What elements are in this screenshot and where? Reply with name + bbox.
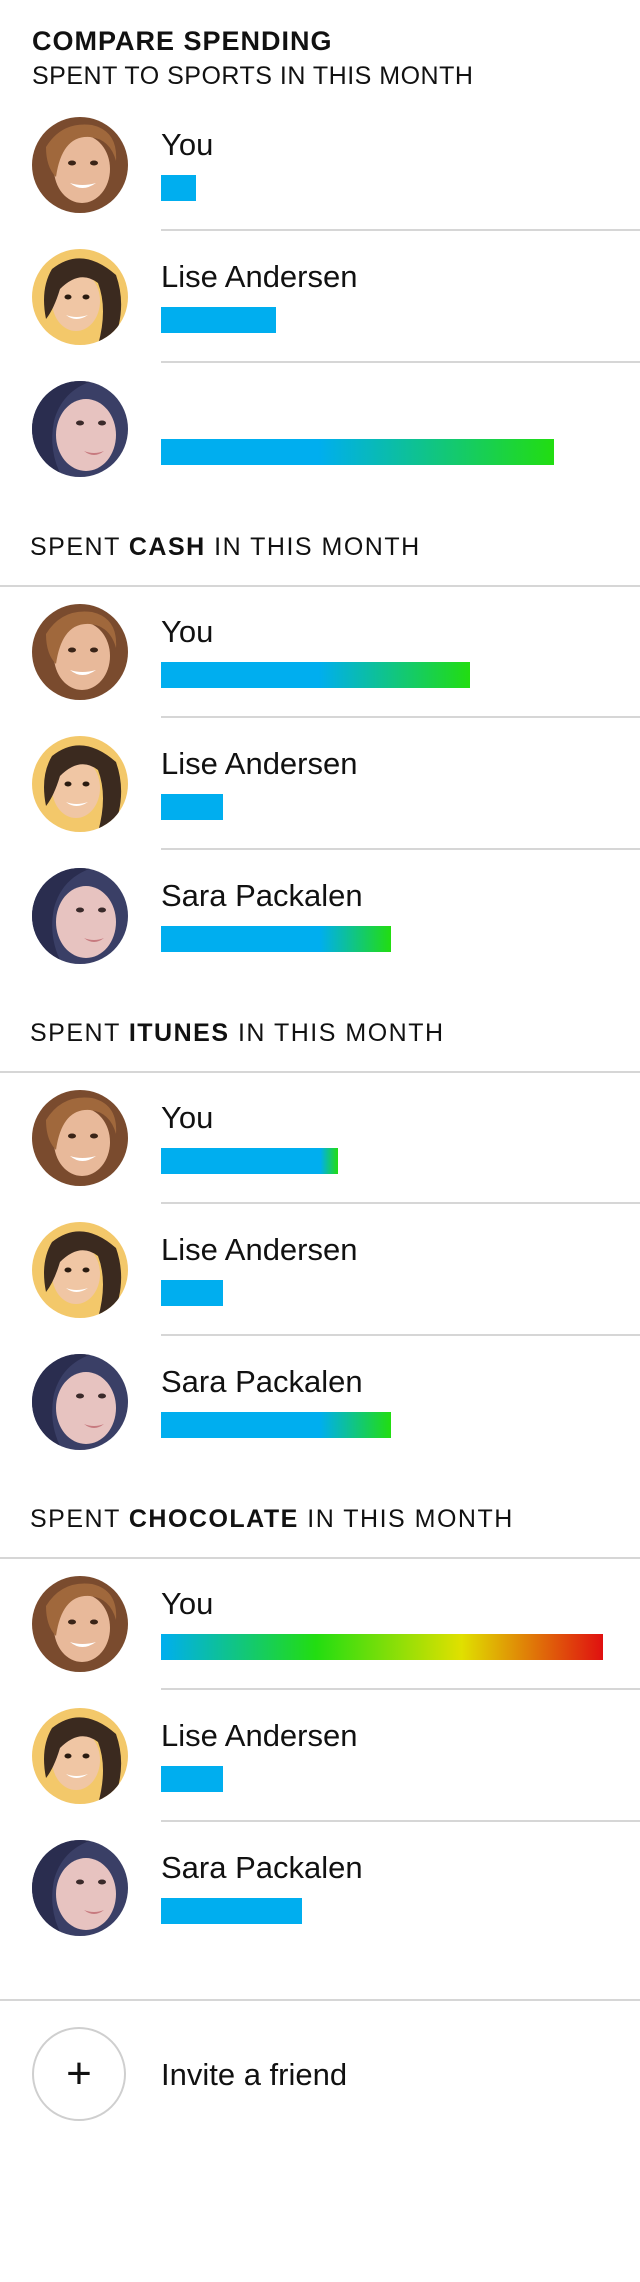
section-prefix: SPENT xyxy=(30,1019,129,1047)
person-name: Sara Packalen xyxy=(161,878,363,913)
page-header: COMPARE SPENDING SPENT TO SPORTS IN THIS… xyxy=(32,24,473,92)
avatar-you xyxy=(32,1090,128,1186)
plus-icon: + xyxy=(66,2049,92,2098)
person-name: Sara Packalen xyxy=(161,1850,363,1885)
section-suffix: IN THIS MONTH xyxy=(229,1019,445,1047)
spending-bar xyxy=(161,926,391,952)
list-item[interactable]: Sara Packalen xyxy=(0,1822,640,1954)
person-name: You xyxy=(161,1100,214,1135)
list-item[interactable]: Lise Andersen xyxy=(0,231,640,363)
spending-bar xyxy=(161,1898,302,1924)
spending-bar xyxy=(161,1280,223,1306)
section-prefix: SPENT xyxy=(30,533,129,561)
spending-bar xyxy=(161,1148,338,1174)
person-name: Sara Packalen xyxy=(161,1364,363,1399)
page-title: COMPARE SPENDING xyxy=(32,26,333,56)
spending-bar xyxy=(161,307,276,333)
list-item[interactable]: You xyxy=(0,99,640,231)
section-suffix: IN THIS MONTH xyxy=(205,533,421,561)
spending-bar xyxy=(161,1766,223,1792)
spending-bar xyxy=(161,1412,391,1438)
list-item[interactable]: You xyxy=(0,586,640,718)
page-subtitle: SPENT TO SPORTS IN THIS MONTH xyxy=(32,62,474,90)
section-header-cash: SPENT CASH IN THIS MONTH xyxy=(30,527,640,567)
list-item[interactable]: You xyxy=(0,1558,640,1690)
section-category: CASH xyxy=(128,533,206,561)
invite-button[interactable]: + xyxy=(32,2027,126,2121)
section-prefix: SPENT xyxy=(30,1505,129,1533)
avatar-you xyxy=(32,117,128,213)
list-item[interactable]: You xyxy=(0,1072,640,1204)
section-header-chocolate: SPENT CHOCOLATE IN THIS MONTH xyxy=(30,1499,640,1539)
list-item[interactable]: Lise Andersen xyxy=(0,1204,640,1336)
list-item[interactable]: Lise Andersen xyxy=(0,718,640,850)
avatar-lise xyxy=(32,1708,128,1804)
spending-bar xyxy=(161,1634,603,1660)
invite-divider xyxy=(0,1999,640,2001)
avatar-you xyxy=(32,1576,128,1672)
section-header-itunes: SPENT ITUNES IN THIS MONTH xyxy=(30,1013,640,1053)
spending-bar xyxy=(161,794,223,820)
avatar-lise xyxy=(32,736,128,832)
list-item[interactable]: Sara Packalen xyxy=(0,1336,640,1468)
avatar-sara xyxy=(32,381,128,477)
avatar-sara xyxy=(32,1354,128,1450)
person-name: Lise Andersen xyxy=(161,1232,358,1267)
person-name: Lise Andersen xyxy=(161,259,358,294)
list-item[interactable]: Lise Andersen xyxy=(0,1690,640,1822)
spending-bar xyxy=(161,439,554,465)
person-name: You xyxy=(161,614,214,649)
person-name: Lise Andersen xyxy=(161,746,358,781)
person-name: Lise Andersen xyxy=(161,1718,358,1753)
section-category: ITUNES xyxy=(128,1019,230,1047)
section-suffix: IN THIS MONTH xyxy=(298,1505,514,1533)
avatar-lise xyxy=(32,1222,128,1318)
section-category: CHOCOLATE xyxy=(128,1505,299,1533)
list-item[interactable] xyxy=(0,363,640,495)
list-item[interactable]: Sara Packalen xyxy=(0,850,640,982)
avatar-sara xyxy=(32,1840,128,1936)
invite-label[interactable]: Invite a friend xyxy=(161,2055,347,2095)
avatar-lise xyxy=(32,249,128,345)
spending-bar xyxy=(161,175,196,201)
avatar-you xyxy=(32,604,128,700)
spending-bar xyxy=(161,662,470,688)
person-name: You xyxy=(161,1586,214,1621)
person-name: You xyxy=(161,127,214,162)
avatar-sara xyxy=(32,868,128,964)
